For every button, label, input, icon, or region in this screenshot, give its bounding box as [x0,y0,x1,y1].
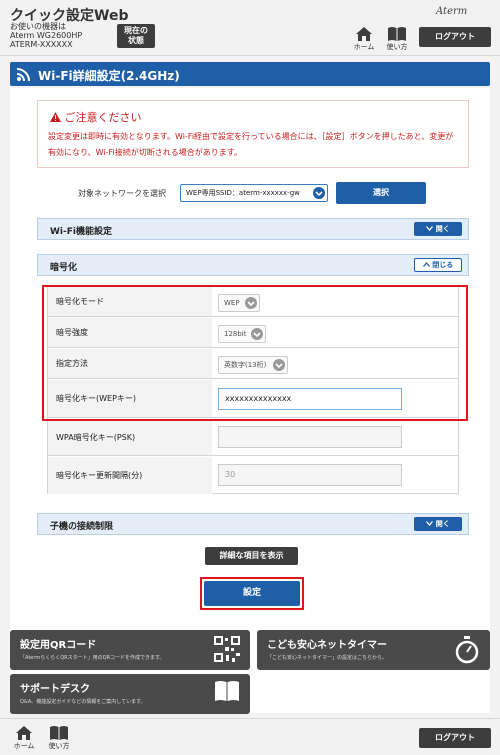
section-child-limit: 子機の接続制限 開く [37,513,469,535]
book-icon [50,726,68,740]
tile-support-desk[interactable]: サポートデスク Q&A、機能設定ガイドなどの情報をご案内しています。 [10,674,250,714]
notice-box: ご注意ください 設定変更は即時に有効となります。Wi-Fi経由で設定を行っている… [37,100,469,168]
wifi-icon [16,68,30,82]
chevron-down-icon [426,521,434,526]
footer: ホーム 使い方 ログアウト [0,718,500,755]
device-name: ATERM-XXXXXX [10,40,73,49]
page-title: Wi-Fi詳細設定(2.4GHz) [38,69,180,83]
logout-button[interactable]: ログアウト [419,27,491,47]
qr-code-icon [214,636,240,662]
help-nav[interactable]: 使い方 [384,26,410,52]
notice-title: ご注意ください [50,109,142,125]
chevron-down-icon [313,187,325,199]
wifi-function-open-button[interactable]: 開く [414,222,462,236]
warning-icon [50,112,61,122]
child-limit-open-button[interactable]: 開く [414,517,462,531]
page-title-bar: Wi-Fi詳細設定(2.4GHz) [10,62,490,86]
device-caption: お使いの機器は [10,22,66,31]
notice-body: 設定変更は即時に有効となります。Wi-Fi経由で設定を行っている場合には、［設定… [48,132,454,157]
wpa-psk-input [218,426,402,448]
highlight-frame [42,285,468,421]
stopwatch-icon [455,636,479,664]
logout-button-footer[interactable]: ログアウト [419,728,491,748]
encryption-close-button[interactable]: 閉じる [414,258,462,272]
device-info: お使いの機器は Aterm WG2600HP ATERM-XXXXXX [10,22,82,49]
tile-kids-timer[interactable]: こども安心ネットタイマー 「こども安心ネットタイマー」の設定はこちらから。 [257,630,490,670]
network-select[interactable]: WEP専用SSID：aterm-xxxxxx-gw [180,184,328,202]
device-model: Aterm WG2600HP [10,31,83,40]
book-icon [388,27,406,41]
apply-button[interactable]: 設定 [204,581,300,606]
network-select-label: 対象ネットワークを選択 [78,189,166,198]
help-nav-footer[interactable]: 使い方 [46,725,72,751]
row-key-update-interval: 暗号化キー更新間隔(分) 30 [48,457,458,494]
tile-qr-code[interactable]: 設定用QRコード 「AtermらくらくQRスタート」用のQRコードを作成できます… [10,630,250,670]
chevron-down-icon [426,226,434,231]
home-icon [356,27,372,41]
book-icon [215,681,239,701]
home-nav-footer[interactable]: ホーム [12,725,36,751]
home-nav[interactable]: ホーム [352,26,376,52]
brand-logo: Aterm [436,6,468,17]
header: クイック設定Web お使いの機器は Aterm WG2600HP ATERM-X… [0,0,500,56]
section-wifi-function: Wi-Fi機能設定 開く [37,218,469,240]
network-select-button[interactable]: 選択 [336,182,426,204]
current-status-button[interactable]: 現在の 状態 [117,24,155,48]
section-encryption: 暗号化 閉じる [37,254,469,276]
key-update-interval-input: 30 [218,464,402,486]
show-details-button[interactable]: 詳細な項目を表示 [205,547,298,565]
chevron-up-icon [422,262,430,267]
home-icon [16,726,32,740]
row-wpa-psk: WPA暗号化キー(PSK) [48,419,458,456]
